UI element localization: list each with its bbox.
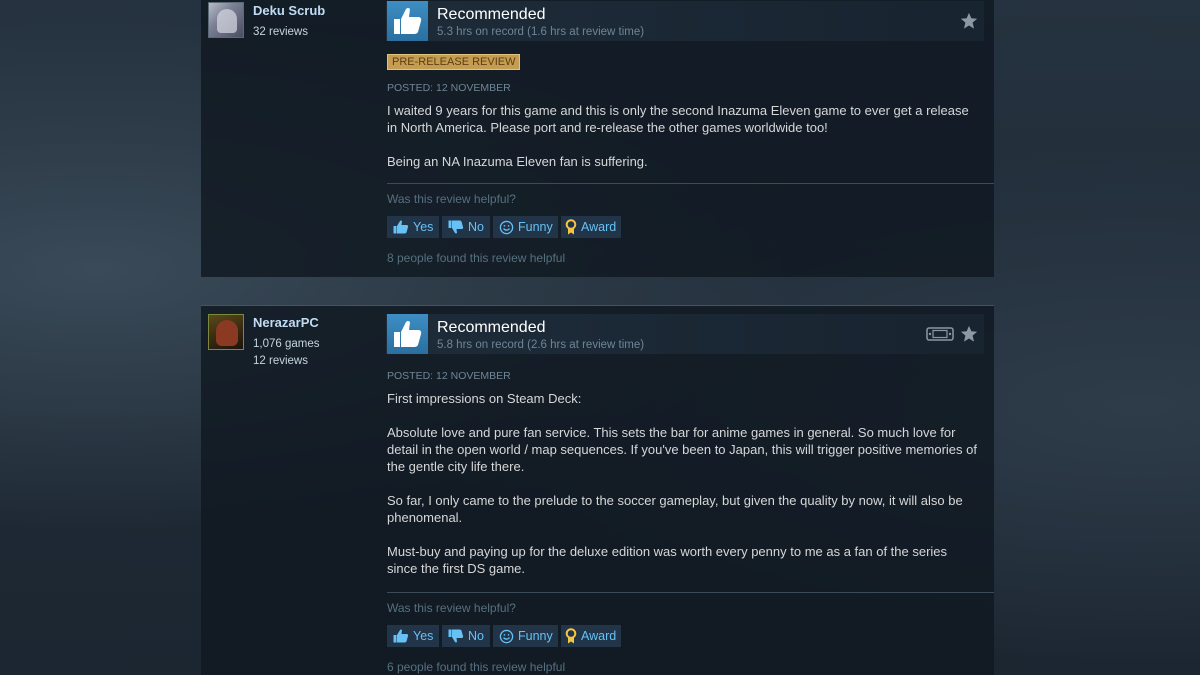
steam-deck-icon — [926, 327, 954, 341]
review-paragraph: Must-buy and paying up for the deluxe ed… — [387, 544, 948, 576]
recommendation-title[interactable]: Recommended — [437, 319, 546, 337]
divider — [387, 183, 994, 184]
review-body: I waited 9 years for this game and this … — [387, 102, 977, 170]
pre-release-badge: PRE-RELEASE REVIEW — [387, 54, 521, 70]
vote-yes-label: Yes — [413, 629, 434, 643]
vote-yes-button[interactable]: Yes — [387, 625, 439, 647]
star-icon[interactable] — [960, 325, 978, 343]
vote-funny-label: Funny — [518, 629, 553, 643]
award-button[interactable]: Award — [561, 216, 621, 238]
thumbs-down-icon — [448, 629, 464, 643]
recommendation-title[interactable]: Recommended — [437, 6, 546, 24]
author-games-count[interactable]: 1,076 games — [253, 338, 320, 350]
award-button[interactable]: Award — [561, 625, 621, 647]
review-card: NerazarPC 1,076 games 12 reviews Recomme… — [201, 305, 994, 675]
author-name[interactable]: NerazarPC — [253, 315, 319, 330]
helpful-question: Was this review helpful? — [387, 192, 516, 206]
avatar[interactable] — [208, 2, 244, 38]
star-icon[interactable] — [960, 12, 978, 30]
divider — [387, 592, 994, 593]
vote-no-label: No — [468, 220, 484, 234]
reviews-page: Deku Scrub 32 reviews Recommended 5.3 hr… — [0, 0, 1200, 675]
review-paragraph: Being an NA Inazuma Eleven fan is suffer… — [387, 154, 648, 169]
review-body: First impressions on Steam Deck: Absolut… — [387, 390, 977, 577]
posted-date: Posted: 12 November — [387, 82, 511, 94]
award-label: Award — [581, 220, 617, 234]
review-paragraph: So far, I only came to the prelude to th… — [387, 493, 963, 525]
vote-no-label: No — [468, 629, 484, 643]
award-icon — [565, 628, 577, 644]
thumbs-up-icon — [387, 314, 428, 354]
hours-on-record: 5.8 hrs on record (2.6 hrs at review tim… — [437, 339, 645, 351]
smiley-icon — [499, 220, 514, 234]
award-icon — [565, 219, 577, 235]
vote-yes-button[interactable]: Yes — [387, 216, 439, 238]
vote-funny-button[interactable]: Funny — [493, 216, 558, 238]
vote-yes-label: Yes — [413, 220, 434, 234]
avatar[interactable] — [208, 314, 244, 350]
posted-date: Posted: 12 November — [387, 370, 511, 382]
found-helpful-count: 8 people found this review helpful — [387, 251, 566, 265]
award-label: Award — [581, 629, 617, 643]
found-helpful-count: 6 people found this review helpful — [387, 660, 566, 674]
thumbs-up-icon — [387, 1, 428, 41]
review-header[interactable]: Recommended 5.3 hrs on record (1.6 hrs a… — [386, 1, 984, 41]
author-review-count[interactable]: 12 reviews — [253, 355, 308, 367]
review-paragraph: First impressions on Steam Deck: — [387, 391, 582, 406]
vote-no-button[interactable]: No — [442, 216, 490, 238]
review-paragraph: Absolute love and pure fan service. This… — [387, 425, 977, 474]
thumbs-up-icon — [393, 629, 409, 643]
vote-no-button[interactable]: No — [442, 625, 490, 647]
hours-on-record: 5.3 hrs on record (1.6 hrs at review tim… — [437, 26, 645, 38]
thumbs-down-icon — [448, 220, 464, 234]
author-review-count[interactable]: 32 reviews — [253, 26, 308, 38]
thumbs-up-icon — [393, 220, 409, 234]
review-card: Deku Scrub 32 reviews Recommended 5.3 hr… — [201, 0, 994, 277]
author-name[interactable]: Deku Scrub — [253, 3, 325, 18]
reviews-column: Deku Scrub 32 reviews Recommended 5.3 hr… — [201, 0, 994, 675]
smiley-icon — [499, 629, 514, 643]
review-paragraph: I waited 9 years for this game and this … — [387, 103, 969, 135]
helpful-question: Was this review helpful? — [387, 601, 516, 615]
vote-funny-label: Funny — [518, 220, 553, 234]
review-header[interactable]: Recommended 5.8 hrs on record (2.6 hrs a… — [386, 314, 984, 354]
vote-funny-button[interactable]: Funny — [493, 625, 558, 647]
